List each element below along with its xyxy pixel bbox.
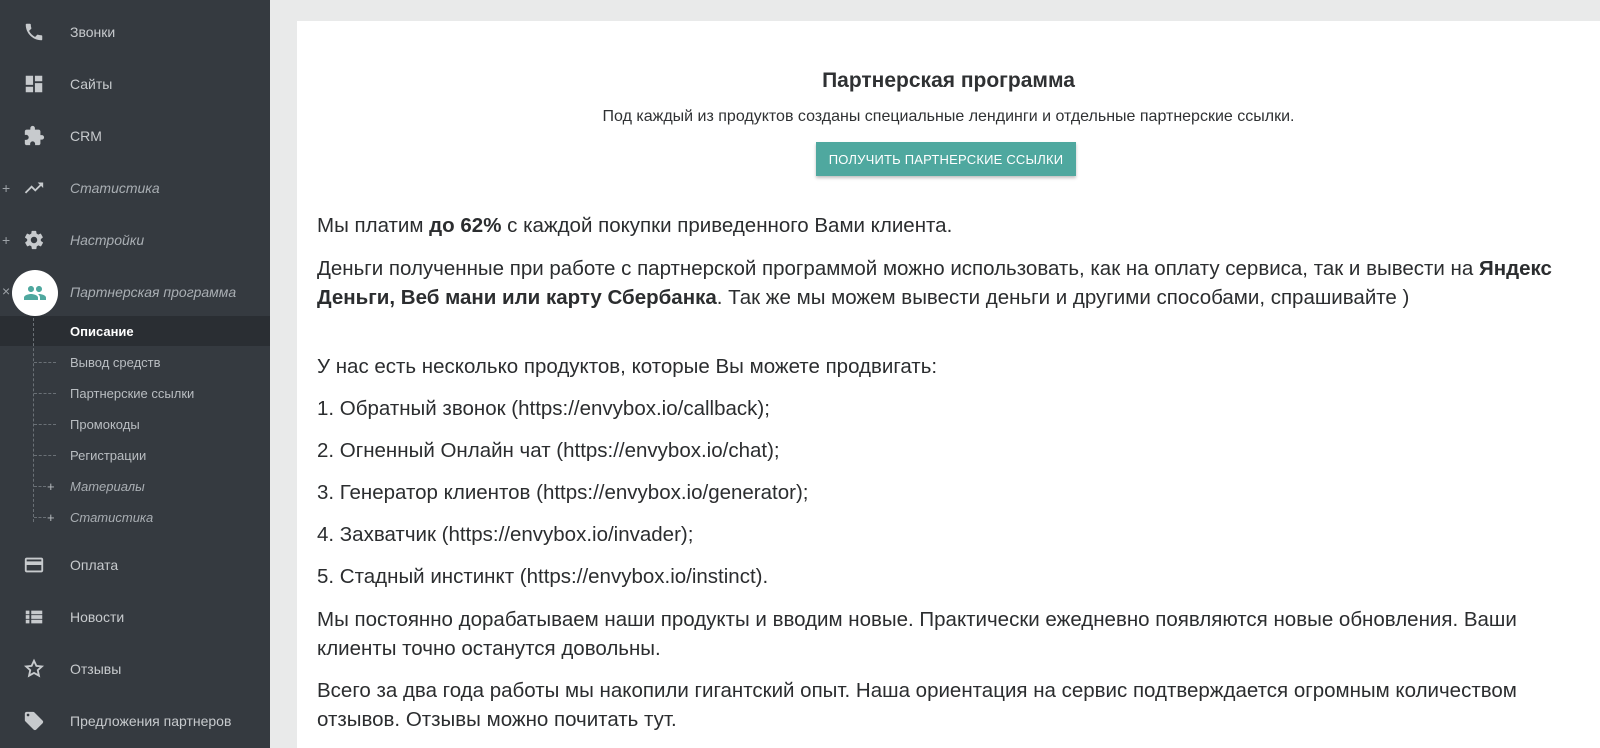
dashboard-icon (22, 72, 46, 96)
nav-item-label: Партнерская программа (70, 284, 237, 300)
content-card: Партнерская программа Под каждый из прод… (297, 21, 1600, 748)
nav-item-label: Отзывы (70, 661, 122, 677)
nav-item-settings[interactable]: + Настройки (0, 220, 270, 260)
subitem-label: Материалы (70, 478, 145, 494)
expand-icon[interactable]: + (2, 232, 10, 248)
nav-item-reviews[interactable]: Отзывы (0, 649, 270, 689)
nav-item-statistics[interactable]: + Статистика (0, 168, 270, 208)
puzzle-icon (22, 124, 46, 148)
nav-item-sites[interactable]: Сайты (0, 64, 270, 104)
subitem-promocodes[interactable]: Промокоды (0, 409, 270, 439)
nav-item-label: Настройки (70, 232, 145, 248)
commission-highlight: до 62% (429, 214, 502, 237)
paragraph-products-intro: У нас есть несколько продуктов, которые … (317, 355, 938, 378)
product-item: 5. Стадный инстинкт (https://envybox.io/… (317, 565, 769, 588)
subitem-materials[interactable]: + Материалы (0, 471, 270, 501)
gear-icon (22, 228, 46, 252)
subitem-label: Регистрации (70, 447, 147, 463)
nav-item-calls[interactable]: Звонки (0, 12, 270, 52)
nav-item-payment[interactable]: Оплата (0, 545, 270, 585)
paragraph-experience: Всего за два года работы мы накопили гиг… (317, 679, 1517, 731)
nav-item-label: Новости (70, 609, 125, 625)
product-item: 4. Захватчик (https://envybox.io/invader… (317, 523, 694, 546)
tree-branch (34, 361, 56, 363)
expand-icon[interactable]: + (47, 510, 55, 525)
subitem-label: Партнерские ссылки (70, 385, 195, 401)
subitem-label: Статистика (70, 509, 154, 525)
text: . Так же мы можем вывести деньги и други… (716, 286, 1410, 309)
nav-item-label: Статистика (70, 180, 160, 196)
nav-item-partner-offers[interactable]: Предложения партнеров (0, 701, 270, 741)
text: с каждой покупки приведенного Вами клиен… (501, 214, 953, 237)
paragraph-updates: Мы постоянно дорабатываем наши продукты … (317, 608, 1517, 660)
product-item: 1. Обратный звонок (https://envybox.io/c… (317, 397, 770, 420)
page-subtitle: Под каждый из продуктов созданы специаль… (602, 108, 1295, 125)
text: Деньги полученные при работе с партнерск… (317, 257, 1479, 280)
subitem-label: Описание (70, 323, 134, 339)
star-icon (22, 657, 46, 681)
subitem-label: Промокоды (70, 416, 140, 432)
subitem-label: Вывод средств (70, 354, 161, 370)
expand-icon[interactable]: + (2, 180, 10, 196)
get-partner-links-button[interactable]: ПОЛУЧИТЬ ПАРТНЕРСКИЕ ССЫЛКИ (816, 142, 1076, 176)
credit-card-icon (22, 553, 46, 577)
tree-branch (34, 485, 46, 487)
nav-item-label: Предложения партнеров (70, 713, 232, 729)
paragraph-commission: Мы платим до 62% с каждой покупки привед… (317, 211, 1567, 240)
subitem-description[interactable]: Описание (0, 316, 270, 346)
paragraph-withdrawal: Деньги полученные при работе с партнерск… (317, 254, 1567, 312)
product-item: 3. Генератор клиентов (https://envybox.i… (317, 481, 809, 504)
expand-icon[interactable]: + (47, 479, 55, 494)
sidebar: Звонки Сайты CRM + Статистика + Настройк… (0, 0, 270, 748)
tree-branch (34, 392, 56, 394)
text: Мы платим (317, 214, 430, 237)
list-icon (22, 605, 46, 629)
trending-up-icon (22, 176, 46, 200)
subitem-registrations[interactable]: Регистрации (0, 440, 270, 470)
page-title: Партнерская программа (822, 69, 1075, 92)
nav-item-crm[interactable]: CRM (0, 116, 270, 156)
nav-item-label: Сайты (70, 76, 113, 92)
tree-branch (34, 423, 56, 425)
tree-branch (34, 454, 56, 456)
subitem-partner-links[interactable]: Партнерские ссылки (0, 378, 270, 408)
nav-item-partner-program[interactable]: Партнерская программа (0, 272, 270, 312)
tag-icon (22, 709, 46, 733)
subitem-withdraw[interactable]: Вывод средств (0, 347, 270, 377)
tree-branch (34, 516, 46, 518)
phone-icon (22, 20, 46, 44)
nav-item-label: Звонки (70, 24, 116, 40)
product-item: 2. Огненный Онлайн чат (https://envybox.… (317, 439, 780, 462)
nav-item-label: CRM (70, 128, 102, 144)
nav-item-news[interactable]: Новости (0, 597, 270, 637)
subitem-statistics[interactable]: + Статистика (0, 502, 270, 532)
nav-item-label: Оплата (70, 557, 119, 573)
